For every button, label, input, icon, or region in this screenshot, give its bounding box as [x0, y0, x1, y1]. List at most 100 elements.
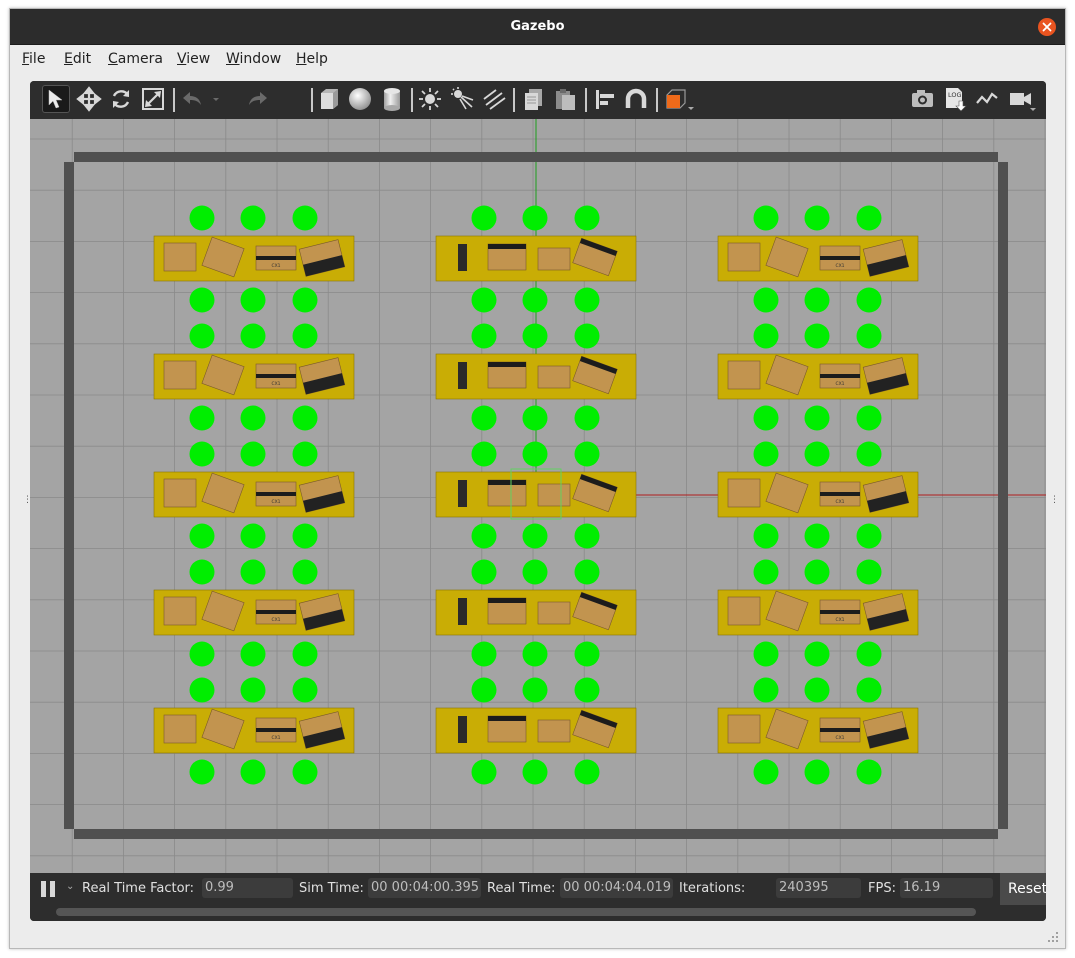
- toolbar-separator: [656, 88, 658, 112]
- goal-marker: [240, 441, 266, 467]
- close-button[interactable]: [1038, 18, 1056, 36]
- screenshot-button[interactable]: [908, 85, 936, 113]
- copy-button[interactable]: [520, 85, 548, 113]
- menu-file[interactable]: File: [22, 45, 45, 73]
- goal-marker: [292, 323, 318, 349]
- select-mode-button[interactable]: [42, 85, 70, 113]
- goal-marker: [471, 405, 497, 431]
- goal-marker: [522, 641, 548, 667]
- box-shape-icon: [321, 89, 338, 109]
- spot-light-icon: [451, 87, 474, 110]
- cylinder-shape-button[interactable]: [378, 85, 406, 113]
- box-label: CX1: [271, 263, 280, 269]
- spot-light-button[interactable]: [448, 85, 476, 113]
- directional-light-icon: [483, 89, 506, 110]
- goal-marker: [522, 405, 548, 431]
- goal-marker: [471, 441, 497, 467]
- real-time-factor-value: 0.99: [202, 878, 293, 898]
- box-tape: [820, 492, 860, 496]
- redo-button[interactable]: [243, 85, 271, 113]
- box-tape: [256, 728, 296, 732]
- box-label: CX1: [271, 381, 280, 387]
- goal-marker: [522, 441, 548, 467]
- goal-marker: [522, 523, 548, 549]
- video-record-button[interactable]: [1006, 85, 1036, 113]
- close-icon: [1042, 22, 1052, 32]
- goal-marker: [240, 559, 266, 585]
- gazebo-window: Gazebo File Edit Camera View Window Help: [9, 8, 1066, 949]
- goal-marker: [753, 759, 779, 785]
- scene-viewport[interactable]: CX1 CX1 CX1 CX1 CX1 CX1 CX1 CX1 CX1 CX1: [30, 119, 1046, 873]
- box-label: CX1: [835, 499, 844, 505]
- snap-button[interactable]: [622, 85, 650, 113]
- real-time-label: Real Time:: [487, 881, 556, 896]
- sphere-shape-button[interactable]: [346, 85, 374, 113]
- goal-marker: [753, 523, 779, 549]
- left-panel-handle[interactable]: ⋮: [23, 495, 32, 513]
- cardboard-box: [727, 478, 761, 508]
- resize-grip-icon[interactable]: [1047, 931, 1059, 943]
- menu-view[interactable]: View: [177, 45, 210, 73]
- world-scene[interactable]: CX1 CX1 CX1 CX1 CX1 CX1 CX1 CX1 CX1 CX1: [30, 119, 1046, 873]
- goal-marker: [804, 677, 830, 703]
- right-panel-handle[interactable]: ⋮: [1050, 495, 1059, 513]
- log-button[interactable]: LOG: [940, 85, 968, 113]
- goal-marker: [189, 441, 215, 467]
- reset-button[interactable]: Reset: [1000, 873, 1046, 905]
- translate-mode-button[interactable]: [75, 85, 103, 113]
- rotate-mode-button[interactable]: [107, 85, 135, 113]
- goal-marker: [292, 641, 318, 667]
- cardboard-box: [727, 360, 761, 390]
- goal-marker: [189, 641, 215, 667]
- step-dropdown-icon[interactable]: ⌄: [66, 881, 74, 892]
- goal-marker: [292, 759, 318, 785]
- box-label: CX1: [271, 617, 280, 623]
- goal-marker: [189, 323, 215, 349]
- goal-marker: [856, 523, 882, 549]
- box-tape: [488, 716, 526, 721]
- goal-marker: [522, 559, 548, 585]
- menu-edit[interactable]: Edit: [64, 45, 91, 73]
- scale-mode-button[interactable]: [139, 85, 167, 113]
- directional-light-button[interactable]: [480, 85, 508, 113]
- menu-help[interactable]: Help: [296, 45, 328, 73]
- shelf-post: [458, 598, 467, 625]
- point-light-button[interactable]: [416, 85, 444, 113]
- real-time-value: 00 00:04:04.019: [560, 878, 673, 898]
- cardboard-box: [163, 478, 197, 508]
- goal-marker: [292, 287, 318, 313]
- status-bar: ⌄ Real Time Factor: 0.99 Sim Time: 00 00…: [30, 873, 1046, 921]
- sphere-shape-icon: [349, 88, 371, 110]
- goal-marker: [189, 759, 215, 785]
- goal-marker: [856, 759, 882, 785]
- iterations-value: 240395: [776, 878, 861, 898]
- plot-button[interactable]: [973, 85, 1001, 113]
- scale-mode-icon: [142, 88, 164, 110]
- goal-marker: [471, 677, 497, 703]
- undo-button[interactable]: [179, 85, 219, 113]
- goal-marker: [292, 523, 318, 549]
- goal-marker: [292, 441, 318, 467]
- view-angle-button[interactable]: [662, 85, 694, 113]
- menu-camera[interactable]: Camera: [108, 45, 163, 73]
- menu-window[interactable]: Window: [226, 45, 281, 73]
- main-panel: LOG CX1 CX1 CX1 CX1 CX1 CX1 CX1 CX1 CX1 CX1 ⌄ Rea…: [30, 81, 1046, 921]
- box-tape: [820, 256, 860, 260]
- goal-marker: [753, 323, 779, 349]
- box-label: CX1: [835, 381, 844, 387]
- paste-button[interactable]: [551, 85, 579, 113]
- align-button[interactable]: [591, 85, 619, 113]
- rotate-mode-icon: [112, 90, 130, 108]
- cardboard-box: [727, 242, 761, 272]
- pause-button[interactable]: [39, 878, 59, 900]
- wall-east: [998, 162, 1008, 829]
- box-label: CX1: [835, 735, 844, 741]
- horizontal-scrollbar[interactable]: [56, 908, 976, 916]
- cylinder-shape-icon: [384, 88, 400, 111]
- title-bar[interactable]: Gazebo: [10, 9, 1065, 45]
- goal-marker: [574, 759, 600, 785]
- cardboard-box: [537, 601, 571, 625]
- box-tape: [488, 480, 526, 485]
- box-tape: [256, 256, 296, 260]
- box-shape-button[interactable]: [315, 85, 343, 113]
